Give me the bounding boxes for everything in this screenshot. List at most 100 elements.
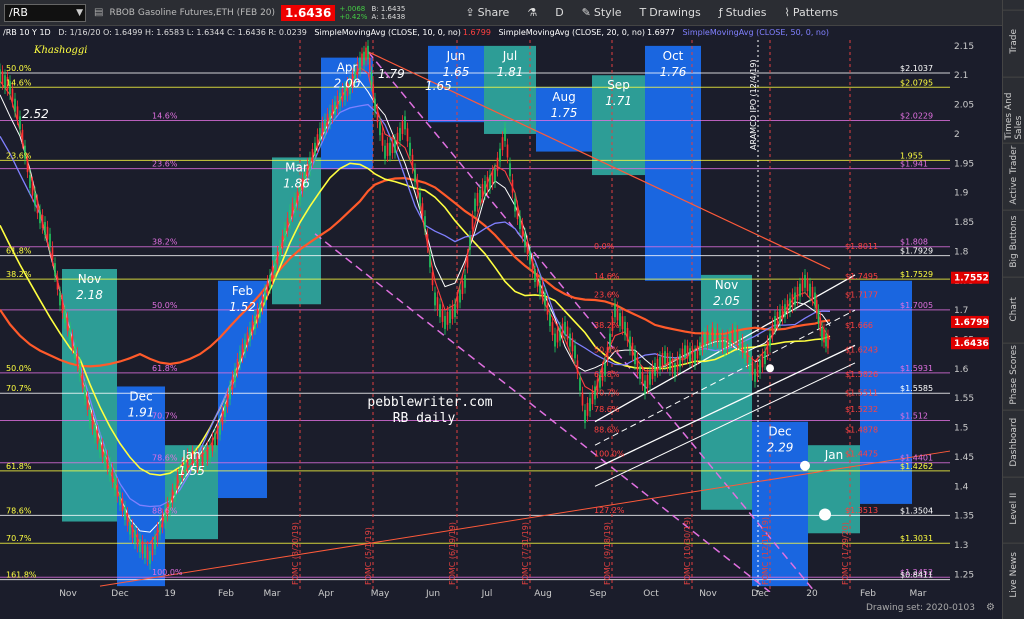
candle-body (799, 283, 801, 297)
level-price-label: $1.3504 (900, 506, 933, 515)
candle-body (469, 236, 471, 250)
x-tick-label: Aug (534, 589, 552, 599)
timeframe-button[interactable]: D (555, 6, 563, 19)
candle-body (671, 358, 674, 372)
sidebar-tab-chart[interactable]: Chart (1003, 276, 1024, 340)
candle-body (689, 348, 691, 362)
sidebar-tab-phase-scores[interactable]: Phase Scores (1003, 343, 1024, 406)
candle-body (126, 513, 129, 526)
sidebar-tab-dashboard[interactable]: Dashboard (1003, 410, 1024, 473)
sidebar-tab-live-news[interactable]: Live News (1003, 543, 1024, 606)
month-label: Dec (129, 389, 152, 403)
candle-body (721, 335, 724, 349)
candle-body (111, 468, 114, 482)
pct-change: +0.42% (339, 12, 368, 21)
sidebar-tab-level-ii[interactable]: Level II (1003, 476, 1024, 540)
candle-body (236, 358, 239, 372)
x-tick-label: Jun (425, 589, 440, 599)
sidebar-tab-active-trader[interactable]: Active Trader (1003, 143, 1024, 206)
candle-body (774, 316, 776, 329)
month-value: 1.55 (178, 464, 205, 478)
share-button[interactable]: ⇪ Share (465, 6, 509, 19)
candle-body (691, 348, 694, 362)
candle-body (374, 98, 376, 112)
candle-body (764, 351, 766, 365)
studies-button[interactable]: ƒ Studies (719, 6, 767, 19)
candle-body (734, 327, 736, 341)
candle-body (827, 335, 829, 349)
candle-body (561, 323, 564, 337)
month-label: Mar (285, 160, 308, 174)
sma50-label[interactable]: SimpleMovingAvg (CLOSE, 50, 0, no) (683, 28, 830, 37)
symbol-lookup-icon[interactable]: ▤ (94, 7, 103, 18)
candle-body (89, 409, 91, 423)
candle-body (579, 377, 581, 391)
candle-body (541, 285, 544, 299)
chart-title: /RB 10 Y 1D (3, 28, 51, 37)
candle-body (489, 175, 491, 188)
candle-body (269, 274, 271, 288)
gear-icon[interactable]: ⚙ (986, 602, 995, 613)
sidebar-tab-big-buttons[interactable]: Big Buttons (1003, 210, 1024, 273)
y-tick-label: 1.5 (954, 424, 968, 434)
flask-button[interactable]: ⚗ (527, 6, 537, 19)
candle-body (151, 542, 154, 556)
candle-body (711, 328, 714, 341)
candle-body (141, 540, 144, 554)
sidebar-tab-trade[interactable]: Trade (1003, 10, 1024, 73)
chevron-down-icon[interactable]: ▼ (76, 5, 83, 21)
sma20-label[interactable]: SimpleMovingAvg (CLOSE, 20, 0, no) (498, 28, 645, 37)
candle-body (581, 392, 584, 406)
y-tick-label: 1.95 (954, 159, 974, 169)
candle-body (404, 116, 406, 130)
candle-body (99, 439, 101, 453)
toolbar: /RB ▼ ▤ RBOB Gasoline Futures,ETH (FEB 20… (0, 0, 1024, 26)
fib-price-label: $1.5232 (845, 405, 878, 414)
candle-body (686, 345, 689, 359)
candle-body (66, 317, 69, 331)
month-box (645, 45, 701, 281)
fib-label-mid: 78.6% (152, 454, 178, 463)
month-value: 1.76 (660, 65, 687, 79)
patterns-button[interactable]: ⌇ Patterns (784, 6, 838, 19)
x-tick-label: Feb (860, 589, 876, 599)
candle-body (359, 57, 361, 71)
candle-body (619, 313, 621, 326)
fomc-label: FOMC (10/30/19) (683, 517, 692, 585)
candle-body (206, 446, 209, 460)
fib-label-left: 50.0% (6, 364, 32, 373)
symbol-input[interactable]: /RB ▼ (4, 3, 86, 22)
candle-body (759, 360, 761, 373)
style-button[interactable]: ✎ Style (582, 6, 622, 19)
candle-body (491, 170, 494, 184)
candle-body (564, 321, 566, 335)
price-chart[interactable]: Nov2.18Dec1.91Jan1.55Feb1.52Mar1.86Apr2.… (0, 40, 1002, 600)
drawing-set-label[interactable]: Drawing set: 2020-0103 (866, 603, 975, 613)
candle-body (11, 88, 14, 102)
level-price-label: $1.7929 (900, 247, 933, 256)
symbol-description: RBOB Gasoline Futures,ETH (FEB 20) (109, 7, 276, 18)
candle-body (144, 545, 146, 558)
candle-body (474, 198, 476, 212)
candle-body (451, 306, 454, 319)
candle-body (716, 329, 719, 343)
drawings-button[interactable]: T Drawings (640, 6, 701, 19)
candle-body (324, 119, 326, 133)
candle-body (31, 182, 34, 196)
candle-body (106, 455, 109, 469)
candle-body (649, 371, 651, 385)
candle-body (784, 304, 786, 318)
candle-body (421, 203, 424, 217)
candle-body (114, 477, 116, 491)
sma10-label[interactable]: SimpleMovingAvg (CLOSE, 10, 0, no) (314, 28, 461, 37)
sidebar-tab-times-and-sales[interactable]: Times And Sales (1003, 76, 1024, 140)
candle-body (731, 329, 734, 343)
y-tick-label: 1.35 (954, 512, 974, 522)
candle-body (634, 351, 636, 365)
fib-label-left: 61.8% (6, 462, 32, 471)
candle-body (314, 142, 316, 156)
candle-body (726, 335, 729, 349)
candle-body (329, 110, 331, 124)
fib-label-mid: 70.7% (152, 412, 178, 421)
change-block: +.0068 +0.42% (335, 5, 367, 21)
